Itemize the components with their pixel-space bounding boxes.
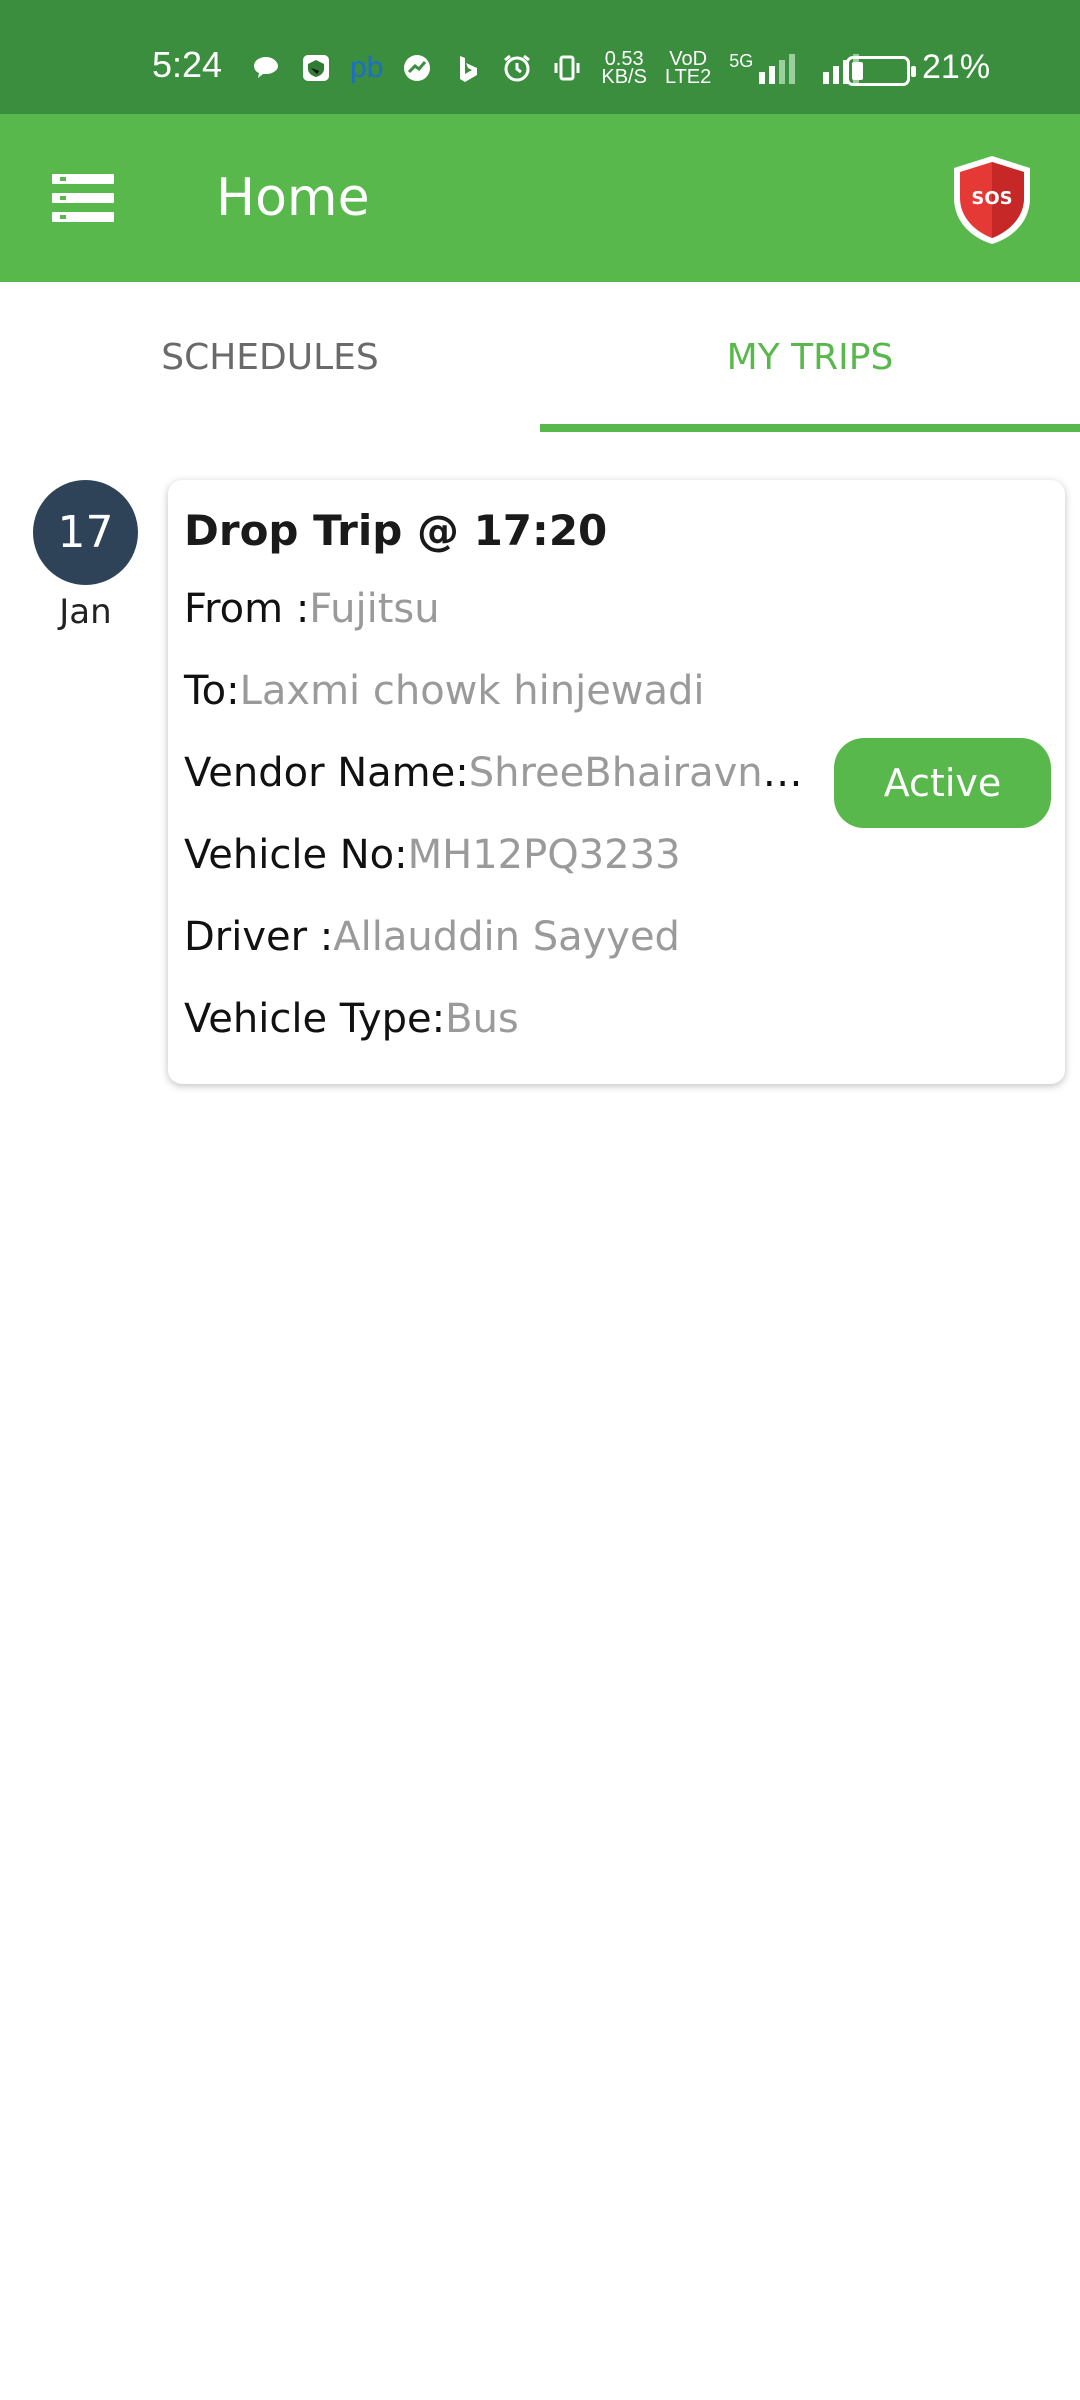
date-badge: 17	[33, 480, 138, 585]
battery-fill	[852, 62, 863, 80]
message-icon	[254, 57, 278, 78]
date-month: Jan	[59, 592, 112, 632]
status-icons: pb 0.53 KB/S VoD LTE2 5G	[250, 49, 867, 88]
menu-icon[interactable]	[52, 174, 114, 222]
data-speed-unit: KB/S	[601, 66, 647, 88]
vehicle-type-label: Vehicle Type:	[184, 996, 446, 1042]
volte-bottom-label: LTE2	[664, 66, 712, 88]
vendor-value: ShreeBhairavnath Travels	[468, 750, 810, 796]
status-time: 5:24	[152, 44, 223, 85]
vehicle-value: MH12PQ3233	[407, 832, 681, 878]
sos-shield-icon[interactable]: SOS	[950, 154, 1034, 246]
tab-my-trips[interactable]: MY TRIPS	[540, 282, 1080, 432]
trip-driver-row: Driver :Allauddin Sayyed	[184, 914, 680, 960]
shield-app-icon	[303, 55, 329, 81]
to-value: Laxmi chowk hinjewadi	[239, 668, 705, 714]
vehicle-label: Vehicle No:	[184, 832, 408, 878]
vehicle-type-value: Bus	[445, 996, 519, 1042]
from-label: From :	[184, 586, 310, 632]
menu-line	[52, 212, 114, 222]
menu-line	[52, 193, 114, 203]
date-day: 17	[57, 507, 114, 558]
trip-vendor-row: Vendor Name:ShreeBhairavnath Travels	[184, 750, 810, 796]
signal-bars-1	[759, 54, 796, 84]
pie-chart-icon	[404, 55, 431, 81]
battery-percent: 21%	[922, 48, 991, 86]
volte-icon: VoD LTE2	[664, 49, 712, 88]
tab-bar: SCHEDULES MY TRIPS	[0, 282, 1080, 432]
tab-indicator	[540, 424, 1080, 432]
bing-icon	[460, 56, 478, 82]
status-bar: 5:24 pb 0.53 KB/S VoD LTE2 5G 21%	[0, 0, 1080, 114]
data-speed-icon: 0.53 KB/S	[601, 49, 647, 88]
from-value: Fujitsu	[309, 586, 440, 632]
trip-title: Drop Trip @ 17:20	[184, 506, 608, 555]
trip-card[interactable]: Drop Trip @ 17:20 From :Fujitsu To:Laxmi…	[168, 480, 1065, 1084]
trip-to-row: To:Laxmi chowk hinjewadi	[184, 668, 705, 714]
tab-schedules[interactable]: SCHEDULES	[0, 282, 540, 432]
driver-label: Driver :	[184, 914, 334, 960]
battery-icon	[846, 56, 916, 86]
network-type-label: 5G	[729, 51, 754, 71]
trip-type-row: Vehicle Type:Bus	[184, 996, 519, 1042]
trip-vehicle-row: Vehicle No:MH12PQ3233	[184, 832, 681, 878]
vibrate-icon	[554, 55, 580, 81]
app-bar: Home SOS	[0, 114, 1080, 282]
status-active-button[interactable]: Active	[834, 738, 1051, 828]
trip-from-row: From :Fujitsu	[184, 586, 440, 632]
signal-5g-icon: 5G	[729, 52, 803, 84]
alarm-icon	[504, 54, 531, 82]
pb-app-icon: pb	[350, 51, 384, 84]
driver-value: Allauddin Sayyed	[333, 914, 680, 960]
menu-line	[52, 174, 114, 184]
to-label: To:	[184, 668, 240, 714]
page-title: Home	[216, 168, 370, 228]
vendor-label: Vendor Name:	[184, 750, 469, 796]
sos-label: SOS	[971, 188, 1012, 209]
